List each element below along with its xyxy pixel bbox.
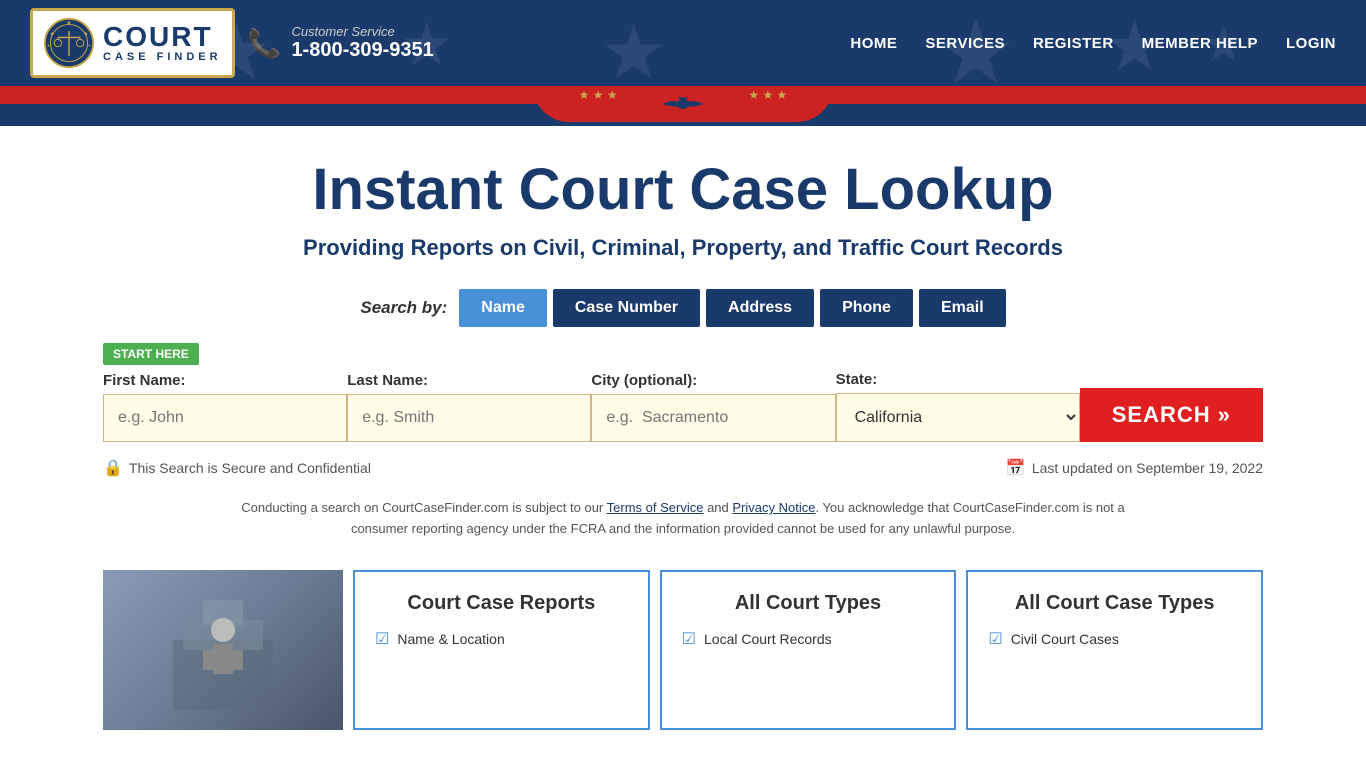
logo-emblem-icon: ★ ★ ★ ★ ★ xyxy=(43,17,95,69)
all-court-types-card: All Court Types ☑ Local Court Records xyxy=(660,570,957,730)
first-name-label: First Name: xyxy=(103,372,186,389)
tos-link[interactable]: Terms of Service xyxy=(607,500,704,515)
start-here-badge: START HERE xyxy=(103,343,199,365)
phone-icon: 📞 xyxy=(247,27,282,60)
form-fields: First Name: Last Name: City (optional): … xyxy=(103,371,1263,442)
svg-text:★: ★ xyxy=(83,31,88,38)
site-header: ★ ★ ★ ★ ★ ★ ★ ★ ★ ★ ★ xyxy=(0,0,1366,86)
calendar-icon: 📅 xyxy=(1006,458,1026,478)
nav-services[interactable]: SERVICES xyxy=(925,35,1005,52)
nav-home[interactable]: HOME xyxy=(850,35,897,52)
cs-text: Customer Service 1-800-309-9351 xyxy=(291,24,433,62)
search-button[interactable]: SEARCH » xyxy=(1080,388,1263,442)
court-image-placeholder xyxy=(103,570,343,730)
ribbon: ★ ★ ★ ★ ★ ★ ★ xyxy=(0,86,1366,126)
svg-text:★: ★ xyxy=(67,19,72,26)
svg-text:★: ★ xyxy=(50,31,55,38)
city-input[interactable] xyxy=(591,394,835,442)
logo-text: COURT CASE FINDER xyxy=(103,23,222,63)
card-item-name-location: ☑ Name & Location xyxy=(375,629,628,649)
main-content: Instant Court Case Lookup Providing Repo… xyxy=(0,126,1366,750)
last-name-label: Last Name: xyxy=(347,372,428,389)
card-item-label-1: Name & Location xyxy=(397,631,504,647)
secure-right: 📅 Last updated on September 19, 2022 xyxy=(1006,458,1263,478)
disclaimer: Conducting a search on CourtCaseFinder.c… xyxy=(233,498,1133,540)
logo-area: ★ ★ ★ ★ ★ COURT CASE FINDER 📞 Custom xyxy=(30,8,434,78)
first-name-input[interactable] xyxy=(103,394,347,442)
search-form-area: START HERE First Name: Last Name: City (… xyxy=(103,343,1263,442)
state-select[interactable]: AlabamaAlaskaArizonaArkansasCaliforniaCo… xyxy=(836,393,1080,442)
lock-icon: 🔒 xyxy=(103,458,123,478)
ribbon-stars: ★ ★ ★ ★ ★ ★ ★ xyxy=(0,88,1366,102)
tab-name[interactable]: Name xyxy=(459,289,547,327)
nav-register[interactable]: REGISTER xyxy=(1033,35,1114,52)
logo-court-label: COURT xyxy=(103,23,213,51)
secure-row: 🔒 This Search is Secure and Confidential… xyxy=(103,458,1263,478)
cs-phone: 1-800-309-9351 xyxy=(291,39,433,62)
secure-left: 🔒 This Search is Secure and Confidential xyxy=(103,458,371,478)
tab-phone[interactable]: Phone xyxy=(820,289,913,327)
first-name-field-group: First Name: xyxy=(103,372,347,442)
nav-member-help[interactable]: MEMBER HELP xyxy=(1142,35,1258,52)
customer-service: 📞 Customer Service 1-800-309-9351 xyxy=(247,24,434,62)
all-court-case-types-card: All Court Case Types ☑ Civil Court Cases xyxy=(966,570,1263,730)
card-item-label-2: Local Court Records xyxy=(704,631,832,647)
tab-email[interactable]: Email xyxy=(919,289,1006,327)
logo-case-finder-label: CASE FINDER xyxy=(103,51,222,63)
check-icon-2: ☑ xyxy=(682,629,696,649)
card-item-label-3: Civil Court Cases xyxy=(1011,631,1119,647)
court-case-reports-card: Court Case Reports ☑ Name & Location xyxy=(353,570,650,730)
tab-case-number[interactable]: Case Number xyxy=(553,289,700,327)
search-by-label: Search by: xyxy=(360,298,447,318)
check-icon-3: ☑ xyxy=(988,629,1002,649)
bottom-image xyxy=(103,570,343,730)
secure-text: This Search is Secure and Confidential xyxy=(129,460,371,476)
page-title: Instant Court Case Lookup xyxy=(20,156,1346,223)
bottom-section: Court Case Reports ☑ Name & Location All… xyxy=(83,570,1283,730)
card-title-court-types: All Court Types xyxy=(682,592,935,615)
disclaimer-text-middle: and xyxy=(703,500,732,515)
city-label: City (optional): xyxy=(591,372,697,389)
privacy-link[interactable]: Privacy Notice xyxy=(732,500,815,515)
last-name-input[interactable] xyxy=(347,394,591,442)
card-title-reports: Court Case Reports xyxy=(375,592,628,615)
check-icon-1: ☑ xyxy=(375,629,389,649)
logo-box: ★ ★ ★ ★ ★ COURT CASE FINDER xyxy=(30,8,235,78)
cs-label: Customer Service xyxy=(291,24,433,39)
card-item-civil-cases: ☑ Civil Court Cases xyxy=(988,629,1241,649)
state-label: State: xyxy=(836,371,878,388)
nav-login[interactable]: LOGIN xyxy=(1286,35,1336,52)
card-title-case-types: All Court Case Types xyxy=(988,592,1241,615)
last-updated-text: Last updated on September 19, 2022 xyxy=(1032,460,1263,476)
last-name-field-group: Last Name: xyxy=(347,372,591,442)
tab-address[interactable]: Address xyxy=(706,289,814,327)
state-field-group: State: AlabamaAlaskaArizonaArkansasCalif… xyxy=(836,371,1080,442)
page-subtitle: Providing Reports on Civil, Criminal, Pr… xyxy=(20,235,1346,261)
disclaimer-text-before: Conducting a search on CourtCaseFinder.c… xyxy=(241,500,606,515)
card-item-local-records: ☑ Local Court Records xyxy=(682,629,935,649)
search-by-row: Search by: Name Case Number Address Phon… xyxy=(20,289,1346,327)
main-navigation: HOME SERVICES REGISTER MEMBER HELP LOGIN xyxy=(850,35,1336,52)
city-field-group: City (optional): xyxy=(591,372,835,442)
